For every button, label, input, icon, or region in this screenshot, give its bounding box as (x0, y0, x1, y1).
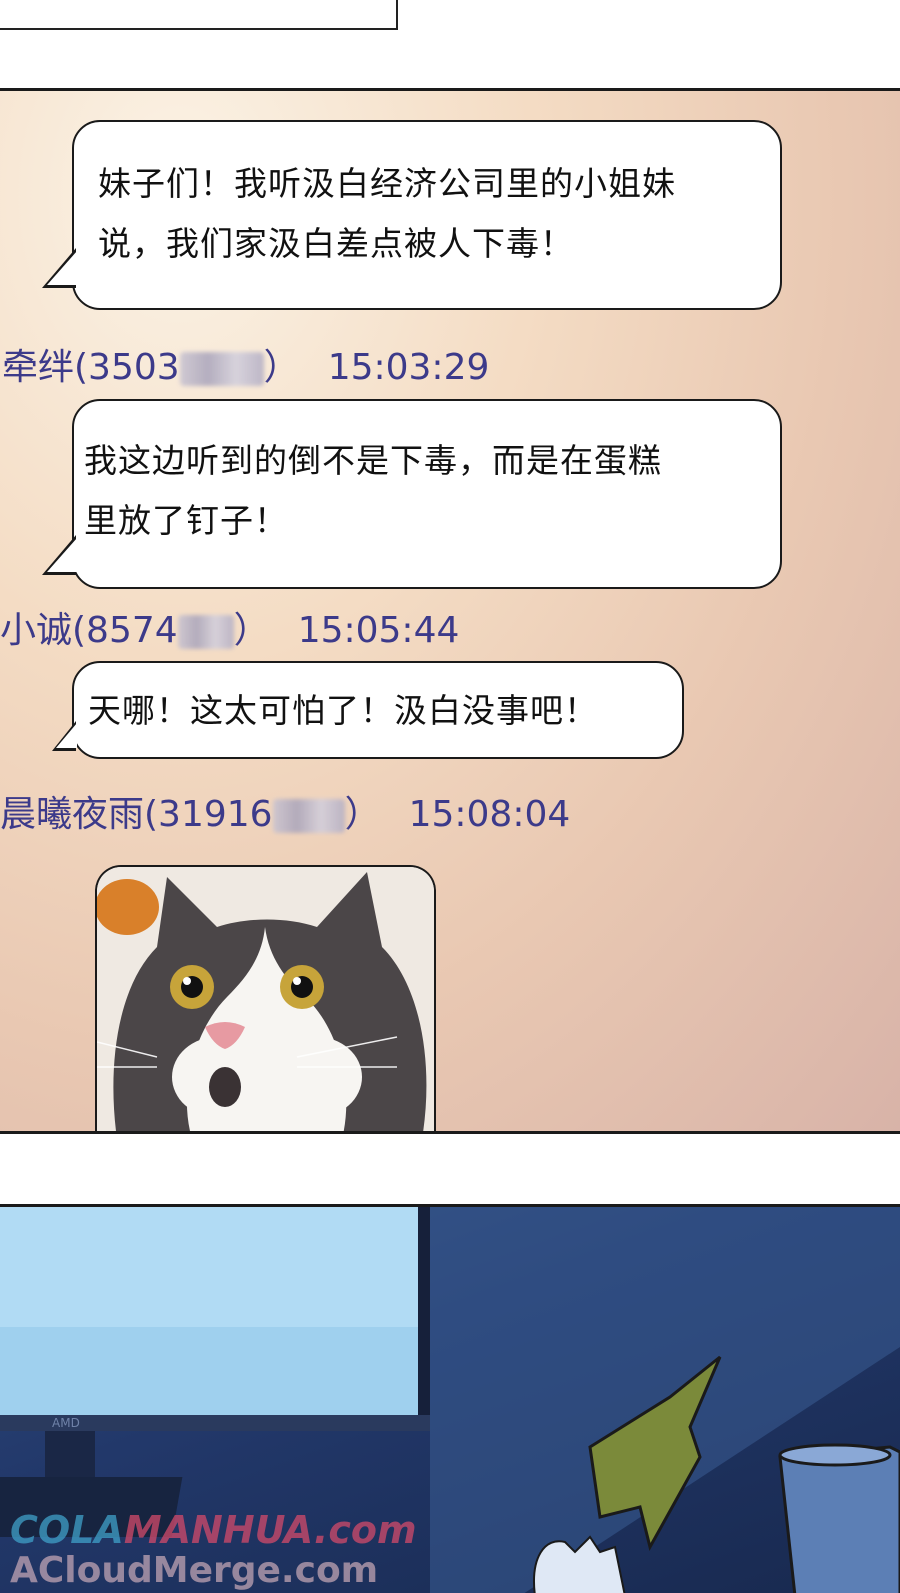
chat-bubble-1: 妹子们！我听汲白经济公司里的小姐妹 说，我们家汲白差点被人下毒！ (42, 120, 782, 310)
watermark-line-2: ACloudMerge.com (10, 1550, 379, 1591)
sender-name: 小诚(8574 (0, 610, 178, 651)
watermark-prefix: COLA (10, 1508, 124, 1552)
surprised-cat-icon (97, 867, 434, 1131)
redacted-id (177, 615, 234, 649)
chat-panel: 妹子们！我听汲白经济公司里的小姐妹 说，我们家汲白差点被人下毒！ 牵绊(3503… (0, 88, 900, 1134)
bubble-text-line: 说，我们家汲白差点被人下毒！ (98, 224, 574, 263)
sender-name: 牵绊(3503 (2, 347, 180, 388)
cat-sticker (95, 865, 436, 1131)
bubble-text-line: 我这边听到的倒不是下毒，而是在蛋糕 (84, 441, 662, 480)
monitor-brand-label: AMD (52, 1416, 80, 1430)
sender-name: 晨曦夜雨(31916 (0, 794, 273, 835)
redacted-id (272, 799, 345, 833)
panel-gutter (0, 1134, 900, 1204)
chat-bubble-2: 我这边听到的倒不是下毒，而是在蛋糕 里放了钉子！ (42, 399, 782, 589)
message-time: 15:03:29 (327, 347, 490, 388)
bubble-text-line: 妹子们！我听汲白经济公司里的小姐妹 (98, 164, 676, 203)
watermark-main: MANHUA.com (123, 1508, 417, 1552)
sender-close: ） (344, 794, 381, 835)
chat-bubble-3: 天哪！这太可怕了！汲白没事吧！ (52, 661, 684, 759)
message-time: 15:05:44 (297, 610, 460, 651)
message-time: 15:08:04 (408, 794, 571, 835)
bubble-text-line: 里放了钉子！ (84, 501, 288, 540)
redacted-id (179, 352, 264, 386)
sender-line-3: 晨曦夜雨(31916 ） 15:08:04 (0, 785, 570, 837)
previous-panel-edge (0, 0, 398, 30)
watermark-line-1: COLAMANHUA.com (10, 1508, 417, 1552)
sender-close: ） (233, 610, 270, 651)
bubble-text-line: 天哪！这太可怕了！汲白没事吧！ (88, 691, 598, 730)
sender-line-2: 小诚(8574 ） 15:05:44 (0, 601, 459, 653)
sender-line-1: 牵绊(3503 ） 15:03:29 (2, 338, 489, 390)
sender-close: ） (263, 347, 300, 388)
